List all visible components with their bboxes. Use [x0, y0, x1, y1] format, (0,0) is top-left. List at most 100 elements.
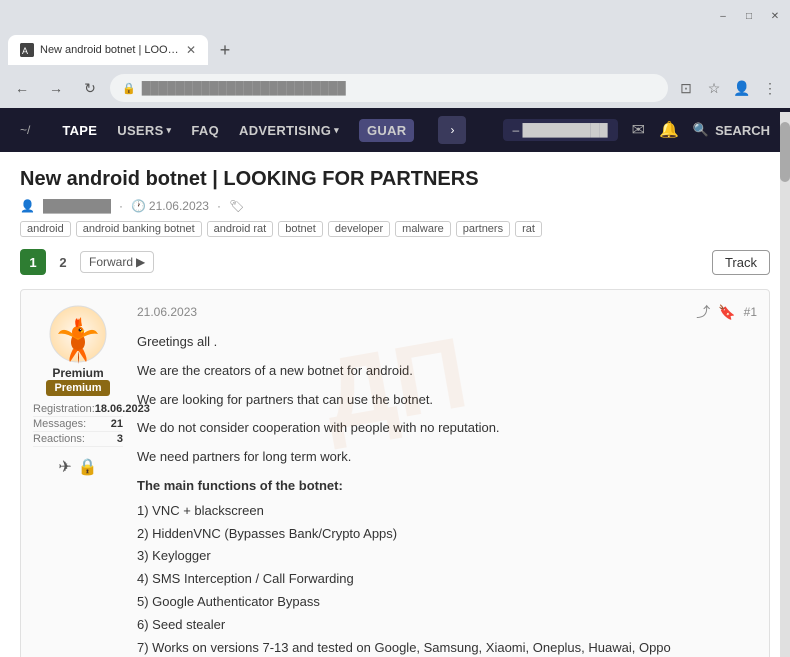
function-5: 5) Google Authenticator Bypass: [137, 592, 757, 613]
close-button[interactable]: ✕: [768, 9, 782, 23]
address-actions: ⊡ ☆ 👤 ⋮: [674, 76, 782, 100]
registration-label: Registration:: [33, 403, 95, 415]
forward-button[interactable]: →: [42, 74, 70, 102]
page-title: New android botnet | LOOKING FOR PARTNER…: [20, 168, 770, 191]
pagination-row: 1 2 Forward ▶ Track: [20, 249, 770, 275]
post-date-meta: 21.06.2023: [149, 199, 209, 213]
site-header: ~/ TAPE USERS ▾ FAQ ADVERTISING ▾ GUAR ›…: [0, 108, 790, 152]
tag-banking-botnet[interactable]: android banking botnet: [76, 221, 202, 237]
messages-label: Messages:: [33, 418, 86, 430]
user-badge: Premium: [46, 380, 109, 396]
nav-guar[interactable]: GUAR: [359, 119, 414, 142]
tag-icon: 🏷: [229, 199, 244, 213]
nav-users-label: USERS: [117, 123, 163, 138]
function-4: 4) SMS Interception / Call Forwarding: [137, 569, 757, 590]
title-bar: – □ ✕: [0, 0, 790, 32]
page-1-button[interactable]: 1: [20, 249, 46, 275]
more-nav-button[interactable]: ›: [438, 116, 466, 144]
back-button[interactable]: ←: [8, 74, 36, 102]
search-button[interactable]: 🔍 SEARCH: [693, 122, 770, 138]
new-tab-button[interactable]: +: [212, 37, 238, 63]
nav-faq[interactable]: FAQ: [191, 123, 219, 138]
post-action-buttons: ⤴ 🔖 #1: [696, 302, 757, 322]
track-button[interactable]: Track: [712, 250, 770, 275]
functions-list: 1) VNC + blackscreen 2) HiddenVNC (Bypas…: [137, 501, 757, 657]
menu-icon[interactable]: ⋮: [758, 76, 782, 100]
post-timestamp: 21.06.2023: [137, 305, 197, 319]
post-header: 21.06.2023 ⤴ 🔖 #1: [137, 302, 757, 322]
para3: We do not consider cooperation with peop…: [137, 418, 757, 439]
tag-android[interactable]: android: [20, 221, 71, 237]
address-bar: ← → ↻ 🔒 ████████████████████████ ⊡ ☆ 👤 ⋮: [0, 68, 790, 108]
scrollbar[interactable]: [780, 112, 790, 657]
user-stats: Registration: 18.06.2023 Messages: 21 Re…: [33, 402, 123, 447]
function-1: 1) VNC + blackscreen: [137, 501, 757, 522]
forward-icon: ▶: [136, 255, 145, 269]
users-arrow-icon: ▾: [167, 125, 172, 136]
author-icon: 👤: [20, 199, 35, 213]
function-7: 7) Works on versions 7-13 and tested on …: [137, 638, 757, 657]
nav-users[interactable]: USERS ▾: [117, 123, 171, 138]
tab-close-button[interactable]: ✕: [186, 43, 196, 57]
tag-developer[interactable]: developer: [328, 221, 390, 237]
refresh-button[interactable]: ↻: [76, 74, 104, 102]
nav-tape[interactable]: TAPE: [62, 123, 97, 138]
site-nav: TAPE USERS ▾ FAQ ADVERTISING ▾ GUAR: [62, 119, 414, 142]
tag-rat2[interactable]: rat: [515, 221, 542, 237]
cast-icon[interactable]: ⊡: [674, 76, 698, 100]
page-2-button[interactable]: 2: [50, 249, 76, 275]
svg-text:A: A: [22, 46, 28, 56]
tab-title: New android botnet | LOOKING ...: [40, 44, 180, 56]
bookmark-icon[interactable]: ☆: [702, 76, 726, 100]
nav-faq-label: FAQ: [191, 123, 219, 138]
tab-bar: A New android botnet | LOOKING ... ✕ +: [0, 32, 790, 68]
reactions-label: Reactions:: [33, 433, 85, 445]
bookmark-post-icon[interactable]: 🔖: [718, 304, 735, 321]
meta-separator: ·: [119, 199, 123, 213]
meta-separator2: ·: [217, 199, 221, 213]
scrollbar-thumb[interactable]: [780, 122, 790, 182]
telegram-icon[interactable]: ✈: [58, 457, 71, 477]
lock-action-icon[interactable]: 🔒: [78, 457, 98, 477]
notifications-icon[interactable]: 🔔: [659, 120, 679, 140]
greeting: Greetings all .: [137, 332, 757, 353]
post-container: Premium Premium Registration: 18.06.2023…: [20, 289, 770, 657]
function-6: 6) Seed stealer: [137, 615, 757, 636]
share-icon[interactable]: ⤴: [696, 302, 710, 322]
user-actions: ✈ 🔒: [58, 457, 97, 477]
advertising-arrow-icon: ▾: [334, 125, 339, 136]
messages-stat: Messages: 21: [33, 417, 123, 432]
site-logo: ~/: [20, 123, 30, 137]
messages-icon[interactable]: ✉: [632, 120, 645, 140]
forward-button-pagination[interactable]: Forward ▶: [80, 251, 154, 273]
url-bar[interactable]: 🔒 ████████████████████████: [110, 74, 668, 102]
profile-icon[interactable]: 👤: [730, 76, 754, 100]
lock-icon: 🔒: [122, 82, 136, 95]
tag-partners[interactable]: partners: [456, 221, 510, 237]
header-right: – ██████████ ✉ 🔔 🔍 SEARCH: [503, 119, 770, 141]
forward-label: Forward: [89, 255, 133, 269]
clock-icon: 🕐: [131, 199, 146, 213]
author-username: ████████: [43, 199, 111, 213]
search-label: SEARCH: [715, 123, 770, 138]
minimize-button[interactable]: –: [716, 9, 730, 23]
para4: We need partners for long term work.: [137, 447, 757, 468]
para1: We are the creators of a new botnet for …: [137, 361, 757, 382]
tag-malware[interactable]: malware: [395, 221, 451, 237]
post-number: #1: [744, 305, 757, 319]
nav-guar-label: GUAR: [367, 123, 406, 138]
maximize-button[interactable]: □: [742, 9, 756, 23]
search-icon: 🔍: [693, 122, 709, 138]
post-user-panel: Premium Premium Registration: 18.06.2023…: [33, 302, 123, 657]
nav-advertising-label: ADVERTISING: [239, 123, 331, 138]
post-username: Premium: [52, 366, 103, 380]
tag-botnet[interactable]: botnet: [278, 221, 323, 237]
nav-advertising[interactable]: ADVERTISING ▾: [239, 123, 339, 138]
active-tab[interactable]: A New android botnet | LOOKING ... ✕: [8, 35, 208, 65]
messages-val: 21: [111, 418, 123, 430]
header-username: – ██████████: [503, 119, 618, 141]
pagination: 1 2 Forward ▶: [20, 249, 154, 275]
meta-date: 🕐 21.06.2023: [131, 199, 209, 213]
tag-rat[interactable]: android rat: [207, 221, 274, 237]
function-3: 3) Keylogger: [137, 546, 757, 567]
